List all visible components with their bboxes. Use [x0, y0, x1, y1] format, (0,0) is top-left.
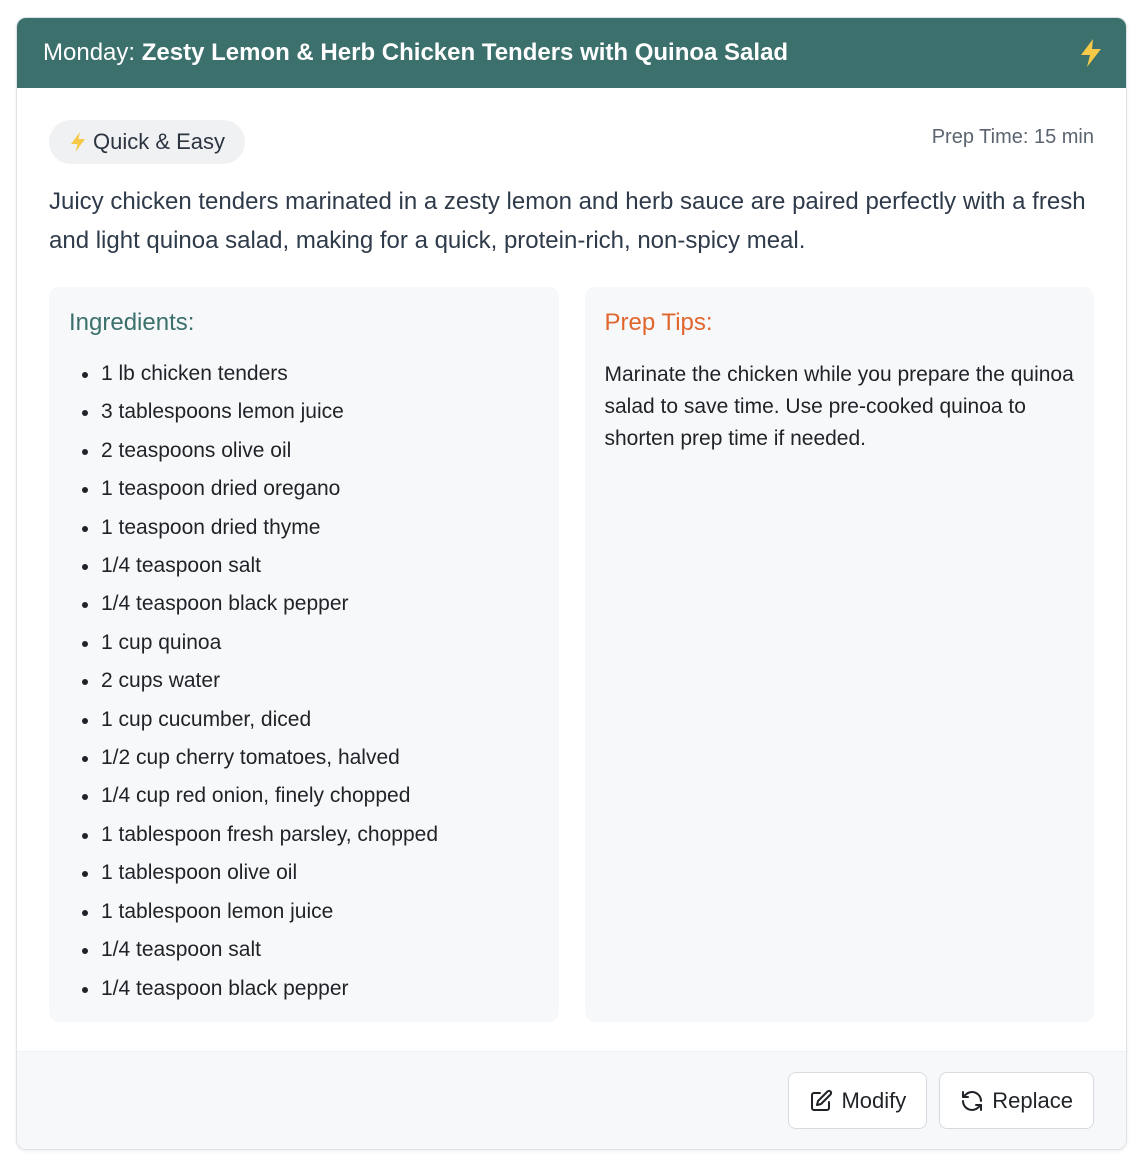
day-label: Monday:: [43, 39, 136, 66]
ingredient-item: 1/4 teaspoon salt: [69, 931, 539, 969]
ingredient-item: 1/4 cup red onion, finely chopped: [69, 777, 539, 815]
card-header: Monday: Zesty Lemon & Herb Chicken Tende…: [17, 18, 1126, 88]
tag-label: Quick & Easy: [93, 129, 226, 154]
card-title: Monday: Zesty Lemon & Herb Chicken Tende…: [43, 39, 788, 67]
lightning-bolt-icon: [1078, 38, 1104, 68]
meal-description: Juicy chicken tenders marinated in a zes…: [49, 188, 1086, 254]
ingredient-item: 1 cup cucumber, diced: [69, 701, 539, 739]
meal-title: Zesty Lemon & Herb Chicken Tenders with …: [141, 39, 789, 66]
ingredient-item: 1 tablespoon fresh parsley, chopped: [69, 816, 539, 854]
ingredient-item: 2 cups water: [69, 662, 539, 700]
ingredient-item: 3 tablespoons lemon juice: [69, 393, 539, 431]
meta-row: Quick & Easy Prep Time: 15 min: [49, 120, 1094, 164]
refresh-icon: [960, 1089, 984, 1113]
ingredient-list: 1 lb chicken tenders 3 tablespoons lemon…: [69, 355, 539, 1008]
ingredient-item: 2 teaspoons olive oil: [69, 432, 539, 470]
replace-label: Replace: [992, 1087, 1073, 1113]
quick-easy-tag: Quick & Easy: [49, 120, 246, 164]
lightning-bolt-icon: [69, 131, 87, 153]
ingredients-heading: Ingredients:: [69, 309, 195, 336]
ingredient-item: 1 teaspoon dried oregano: [69, 470, 539, 508]
ingredients-panel: Ingredients: 1 lb chicken tenders 3 tabl…: [49, 287, 559, 1022]
ingredient-item: 1 lb chicken tenders: [69, 355, 539, 393]
ingredient-item: 1/4 teaspoon salt: [69, 547, 539, 585]
prep-tips-heading: Prep Tips:: [604, 309, 713, 336]
card-footer: Modify Replace: [17, 1051, 1126, 1149]
prep-tips-panel: Prep Tips: Marinate the chicken while yo…: [584, 287, 1094, 1022]
replace-button[interactable]: Replace: [939, 1072, 1094, 1129]
meal-card: Monday: Zesty Lemon & Herb Chicken Tende…: [16, 17, 1127, 1150]
ingredient-item: 1/4 teaspoon black pepper: [69, 970, 539, 1008]
edit-icon: [809, 1089, 833, 1113]
ingredient-item: 1/4 teaspoon black pepper: [69, 585, 539, 623]
prep-tips-text: Marinate the chicken while you prepare t…: [604, 363, 1074, 450]
ingredient-item: 1 tablespoon olive oil: [69, 854, 539, 892]
ingredient-item: 1 cup quinoa: [69, 624, 539, 662]
card-body: Quick & Easy Prep Time: 15 min Juicy chi…: [17, 88, 1126, 1022]
prep-time: Prep Time: 15 min: [931, 126, 1094, 148]
modify-label: Modify: [841, 1087, 907, 1113]
ingredient-item: 1 tablespoon lemon juice: [69, 893, 539, 931]
ingredient-item: 1 teaspoon dried thyme: [69, 509, 539, 547]
modify-button[interactable]: Modify: [788, 1072, 928, 1129]
ingredient-item: 1/2 cup cherry tomatoes, halved: [69, 739, 539, 777]
details-panels: Ingredients: 1 lb chicken tenders 3 tabl…: [49, 287, 1094, 1022]
